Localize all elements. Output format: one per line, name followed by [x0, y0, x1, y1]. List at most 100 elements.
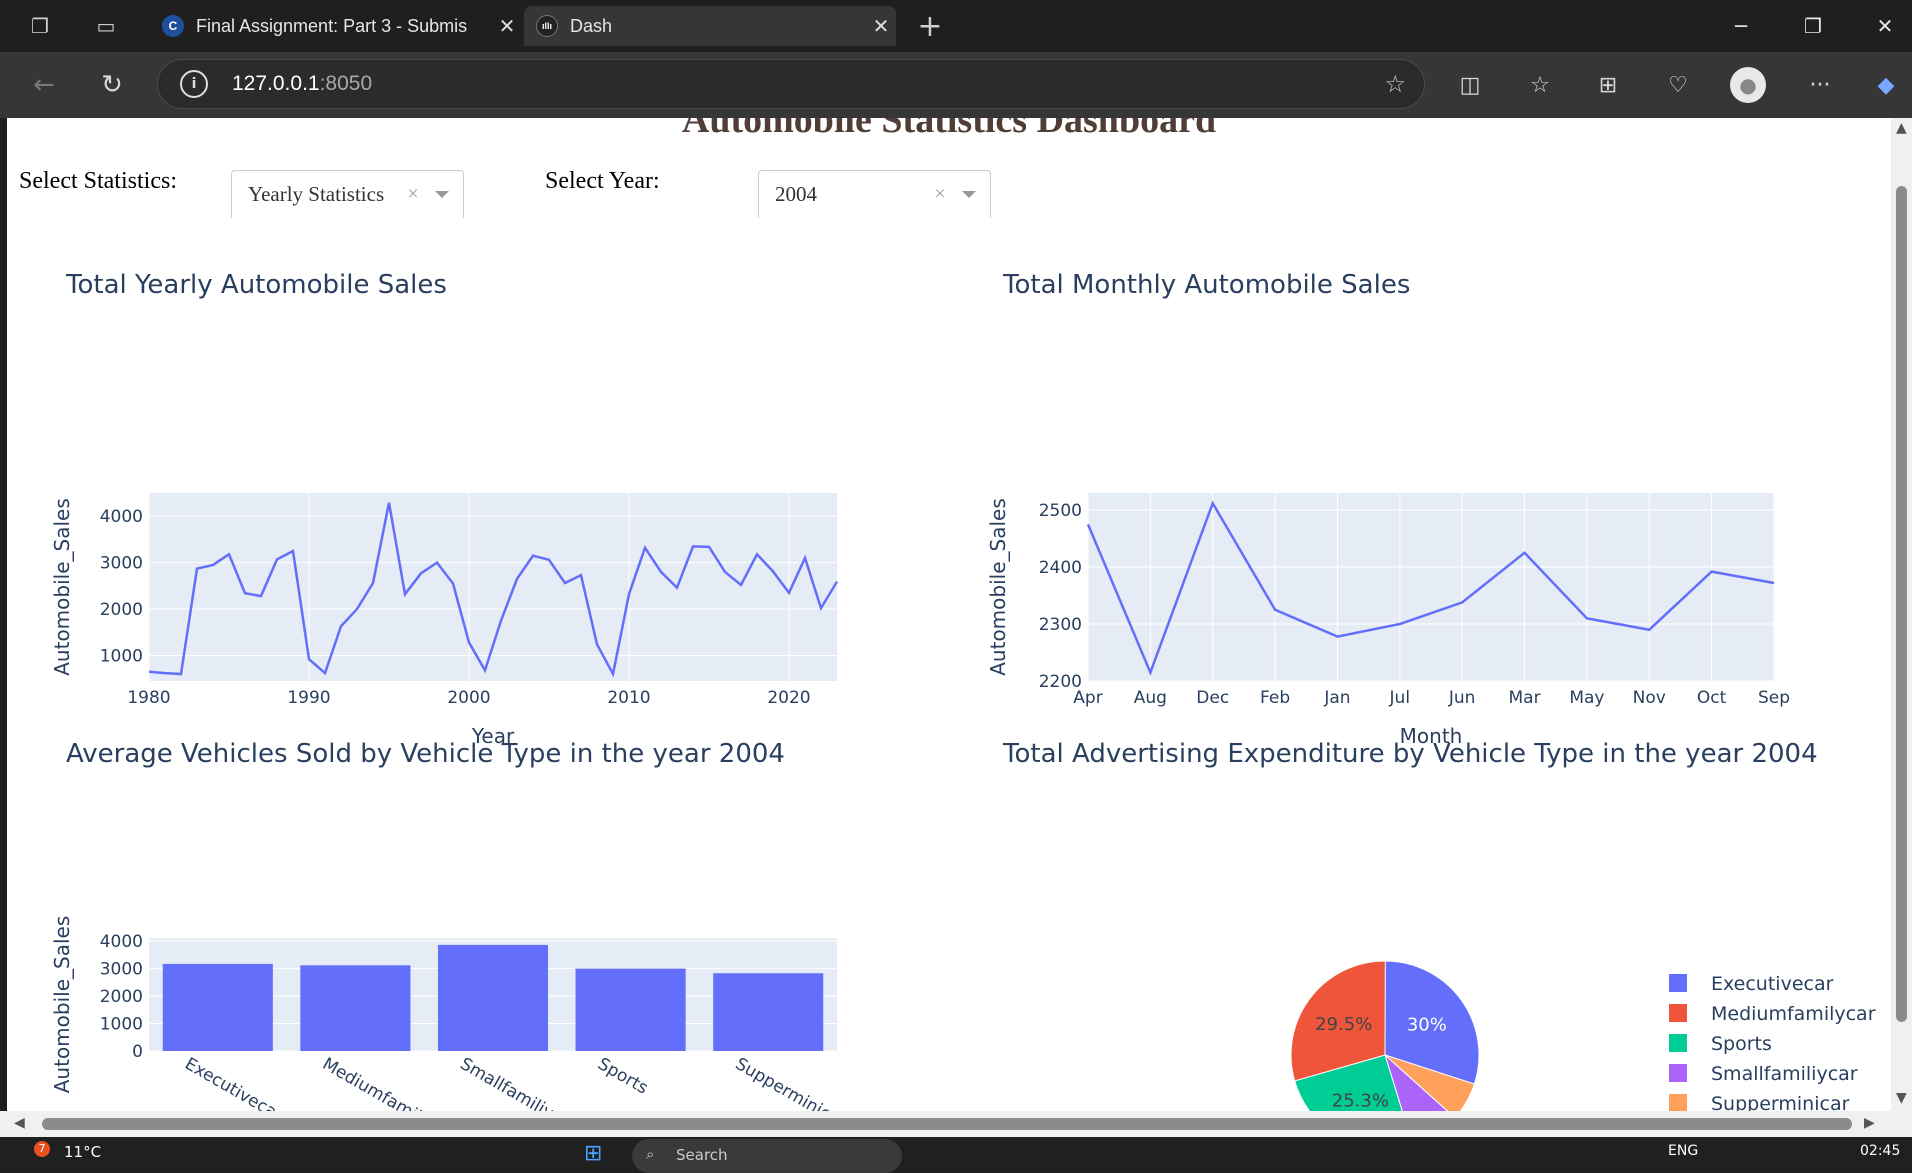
- bar: [437, 944, 549, 1051]
- browser-tab-bar: ❐ ▭ C Final Assignment: Part 3 - Submis …: [0, 0, 1912, 52]
- restore-icon[interactable]: ❐: [1788, 8, 1838, 44]
- taskbar-search[interactable]: ⌕ Search: [632, 1139, 902, 1173]
- close-tab-icon[interactable]: ✕: [492, 14, 522, 39]
- x-tick-label: Nov: [1633, 688, 1666, 708]
- legend-swatch: [1669, 1004, 1687, 1022]
- bar: [300, 965, 411, 1051]
- x-tick-label: Supperminicar: [732, 1054, 849, 1111]
- y-tick-label: 3000: [100, 959, 143, 979]
- scroll-right-icon[interactable]: ▶: [1864, 1115, 1875, 1131]
- x-tick-label: Jun: [1448, 688, 1476, 708]
- advertising-pie-chart[interactable]: 30%6.65%8.6%25.3%29.5%ExecutivecarMedium…: [1007, 818, 1891, 1111]
- dash-page: Automobile Statistics Dashboard Select S…: [7, 118, 1891, 1111]
- y-tick-label: 2400: [1039, 558, 1082, 578]
- x-tick-label: 1990: [287, 688, 330, 708]
- weather-badge: 7: [34, 1141, 50, 1157]
- workspaces-icon[interactable]: ❐: [24, 10, 56, 42]
- scroll-down-icon[interactable]: ▼: [1896, 1090, 1907, 1106]
- tab-title: Final Assignment: Part 3 - Submis: [196, 15, 468, 36]
- slice-label: 30%: [1407, 1015, 1447, 1036]
- x-axis-title: Year: [471, 724, 515, 748]
- plot-area: [1088, 493, 1774, 681]
- legend-swatch: [1669, 1064, 1687, 1082]
- x-tick-label: Jan: [1323, 688, 1350, 708]
- yearly-sales-chart[interactable]: 1980 1990 2000 2010 2020 1000 2000 3000 4000 Year…: [37, 363, 867, 763]
- y-tick-label: 2200: [1039, 672, 1082, 692]
- start-icon[interactable]: ⊞: [584, 1141, 602, 1166]
- profile-avatar-icon[interactable]: ●: [1730, 67, 1766, 103]
- x-tick-label: 2000: [447, 688, 490, 708]
- favorites-icon[interactable]: ☆: [1522, 67, 1558, 103]
- legend-swatch: [1669, 974, 1687, 992]
- select-year-label: Select Year:: [545, 168, 660, 194]
- browser-essentials-icon[interactable]: ♡: [1660, 67, 1696, 103]
- browser-toolbar: ← ↻ i 127.0.0.1:8050 ☆ ◫ ☆ ⊞ ♡ ● ··· ◆: [0, 52, 1912, 118]
- x-tick-label: Dec: [1196, 688, 1229, 708]
- y-axis-title: Automobile_Sales: [50, 916, 74, 1094]
- x-tick-label: Aug: [1134, 688, 1167, 708]
- weather-temp[interactable]: 11°C: [64, 1143, 101, 1161]
- chevron-down-icon[interactable]: [962, 191, 976, 198]
- select-statistics-label: Select Statistics:: [19, 168, 177, 194]
- monthly-chart-title: Total Monthly Automobile Sales: [1003, 270, 1411, 300]
- address-bar[interactable]: i 127.0.0.1:8050 ☆: [157, 59, 1425, 109]
- close-tab-icon[interactable]: ✕: [866, 14, 896, 39]
- x-tick-label: Mediumfamilycar: [319, 1054, 456, 1111]
- site-info-icon[interactable]: i: [180, 70, 208, 98]
- x-tick-label: Feb: [1260, 688, 1290, 708]
- statistics-dropdown[interactable]: Yearly Statistics ×: [231, 170, 464, 218]
- horizontal-scrollbar[interactable]: ◀ ▶: [0, 1111, 1912, 1137]
- y-tick-label: 4000: [100, 507, 143, 527]
- more-menu-icon[interactable]: ···: [1802, 67, 1838, 103]
- horizontal-scroll-thumb[interactable]: [42, 1118, 1852, 1130]
- slice-label: 29.5%: [1315, 1014, 1372, 1035]
- yearly-chart-title: Total Yearly Automobile Sales: [66, 270, 447, 300]
- x-tick-label: Sports: [594, 1054, 651, 1099]
- x-tick-label: Executivecar: [181, 1054, 286, 1111]
- refresh-icon[interactable]: ↻: [94, 67, 130, 103]
- tab-dash[interactable]: ıllı Dash ✕: [524, 6, 896, 46]
- collections-icon[interactable]: ⊞: [1590, 67, 1626, 103]
- copilot-icon[interactable]: ◆: [1868, 67, 1904, 103]
- x-tick-label: Mar: [1509, 688, 1541, 708]
- url-text: 127.0.0.1:8050: [232, 72, 373, 95]
- x-tick-label: 1980: [127, 688, 170, 708]
- x-tick-label: 2010: [607, 688, 650, 708]
- bar: [162, 963, 273, 1051]
- chevron-down-icon[interactable]: [435, 191, 449, 198]
- language-indicator[interactable]: ENG: [1668, 1143, 1698, 1159]
- bar: [713, 973, 824, 1051]
- back-icon[interactable]: ←: [26, 67, 62, 103]
- vertical-scroll-thumb[interactable]: [1896, 186, 1907, 1022]
- statistics-value: Yearly Statistics: [248, 182, 385, 206]
- y-tick-label: 3000: [100, 554, 143, 574]
- minimize-icon[interactable]: ─: [1716, 8, 1766, 44]
- legend-label: Supperminicar: [1711, 1093, 1850, 1111]
- new-tab-icon[interactable]: +: [914, 9, 946, 44]
- dash-favicon-icon: ıllı: [536, 15, 558, 37]
- vehicle-type-bar-chart[interactable]: 0 1000 2000 3000 4000 Executivecar Mediumfamil…: [37, 818, 867, 1111]
- x-tick-label: Jul: [1389, 688, 1411, 708]
- monthly-sales-chart[interactable]: Apr Aug Dec Feb Jan Jul Jun Mar May Nov Oct Sep2200…: [973, 363, 1803, 763]
- bar: [575, 968, 686, 1051]
- clock[interactable]: 02:45: [1860, 1143, 1900, 1159]
- y-tick-label: 0: [132, 1042, 143, 1062]
- year-value: 2004: [775, 182, 817, 206]
- scroll-up-icon[interactable]: ▲: [1896, 120, 1907, 136]
- favorite-star-icon[interactable]: ☆: [1384, 70, 1406, 98]
- clear-icon[interactable]: ×: [401, 183, 425, 206]
- year-dropdown[interactable]: 2004 ×: [758, 170, 991, 218]
- tab-final-assignment[interactable]: C Final Assignment: Part 3 - Submis ✕: [150, 6, 522, 46]
- legend-label: Sports: [1711, 1033, 1772, 1055]
- close-window-icon[interactable]: ✕: [1860, 8, 1910, 44]
- vertical-scrollbar[interactable]: ▲ ▼: [1891, 118, 1912, 1111]
- tab-actions-icon[interactable]: ▭: [90, 10, 122, 42]
- clear-icon[interactable]: ×: [928, 183, 952, 206]
- x-tick-label: May: [1569, 688, 1604, 708]
- scroll-left-icon[interactable]: ◀: [14, 1115, 25, 1131]
- y-tick-label: 1000: [100, 1014, 143, 1034]
- split-screen-icon[interactable]: ◫: [1452, 67, 1488, 103]
- legend-swatch: [1669, 1034, 1687, 1052]
- legend-label: Executivecar: [1711, 973, 1834, 995]
- legend-label: Mediumfamilycar: [1711, 1003, 1876, 1025]
